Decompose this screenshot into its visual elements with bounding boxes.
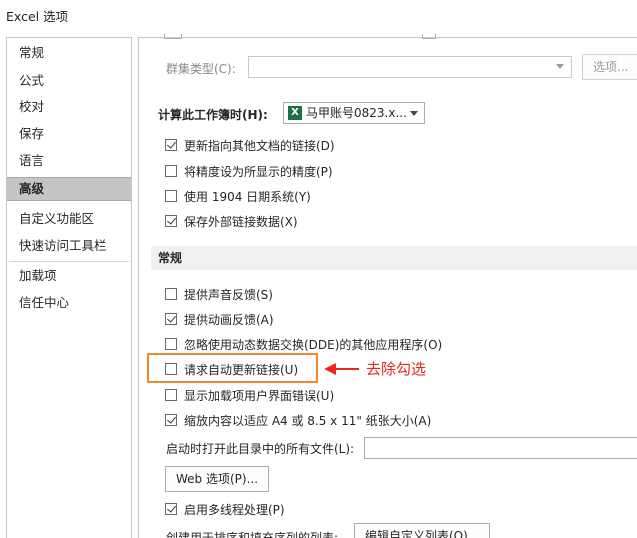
startup-folder-label: 启动时打开此目录中的所有文件(L): <box>166 442 355 456</box>
checkbox-label: 显示加载项用户界面错误(U) <box>184 389 335 403</box>
sidebar-item-label: 语言 <box>19 153 45 168</box>
checkbox[interactable] <box>165 503 177 515</box>
checkbox-label: 保存外部链接数据(X) <box>184 215 298 229</box>
annotation-text: 去除勾选 <box>366 360 427 378</box>
sidebar-item-addins[interactable]: 加载项 <box>7 264 131 288</box>
sidebar-item-label: 校对 <box>19 99 45 114</box>
checkbox-label: 启用多线程处理(P) <box>184 503 285 517</box>
sidebar-item-label: 信任中心 <box>19 295 70 310</box>
left-arrow-icon <box>324 363 359 375</box>
sidebar-item-label: 保存 <box>19 126 45 141</box>
checkbox[interactable] <box>165 338 177 350</box>
cluster-type-select[interactable] <box>248 56 572 78</box>
section-header-general: 常规 <box>151 246 637 270</box>
sidebar-item-proofing[interactable]: 校对 <box>7 95 131 119</box>
sidebar-item-label: 公式 <box>19 73 45 88</box>
options-sidebar: 常规 公式 校对 保存 语言 高级 自定义功能区 快速访问工具栏 加载项 信任中… <box>6 37 132 538</box>
sidebar-item-label: 自定义功能区 <box>19 211 95 226</box>
checkmark-icon <box>167 503 176 513</box>
checkbox[interactable] <box>165 414 177 426</box>
web-options-button[interactable]: Web 选项(P)... <box>165 466 270 492</box>
window-title: Excel 选项 <box>6 9 69 24</box>
sidebar-item-label: 加载项 <box>19 268 57 283</box>
title-bar: Excel 选项 <box>0 0 637 28</box>
highlight-box <box>147 353 318 383</box>
checkbox-label: 更新指向其他文档的链接(D) <box>184 139 335 153</box>
sidebar-item-label: 高级 <box>19 181 45 196</box>
checkbox[interactable] <box>165 288 177 300</box>
checkbox-label: 使用 1904 日期系统(Y) <box>184 190 311 204</box>
checkbox[interactable] <box>165 215 177 227</box>
sidebar-item-language[interactable]: 语言 <box>7 149 131 173</box>
chevron-down-icon <box>410 111 418 116</box>
checkbox-label: 提供声音反馈(S) <box>184 288 273 302</box>
checkbox[interactable] <box>165 313 177 325</box>
edit-custom-lists-button[interactable]: 编辑自定义列表(O)... <box>354 523 491 538</box>
checkmark-icon <box>167 139 176 149</box>
checkmark-icon <box>167 313 176 323</box>
sidebar-item-quick-access-toolbar[interactable]: 快速访问工具栏 <box>7 234 131 258</box>
sort-lists-label: 创建用于排序和填充序列的列表: <box>166 531 339 538</box>
sidebar-item-label: 常规 <box>19 45 45 60</box>
checkbox-label: 缩放内容以适应 A4 或 8.5 x 11" 纸张大小(A) <box>184 414 432 428</box>
checkmark-icon <box>167 414 176 424</box>
chevron-down-icon <box>556 64 564 69</box>
checkbox-label: 将精度设为所显示的精度(P) <box>184 165 333 179</box>
cluster-options-button[interactable]: 选项... <box>582 54 637 80</box>
workbook-name: 马甲账号0823.x... <box>306 106 407 120</box>
sidebar-item-label: 快速访问工具栏 <box>19 238 107 253</box>
checkbox[interactable] <box>165 389 177 401</box>
cluster-type-label: 群集类型(C): <box>166 62 236 76</box>
sidebar-item-advanced[interactable]: 高级 <box>7 177 131 201</box>
calc-workbook-label: 计算此工作簿时(H): <box>158 108 268 122</box>
sidebar-item-customize-ribbon[interactable]: 自定义功能区 <box>7 207 131 231</box>
checkbox[interactable] <box>165 165 177 177</box>
sidebar-item-trust-center[interactable]: 信任中心 <box>7 291 131 315</box>
sidebar-item-save[interactable]: 保存 <box>7 122 131 146</box>
checkmark-icon <box>167 215 176 225</box>
startup-folder-input[interactable] <box>364 437 637 459</box>
sidebar-item-general[interactable]: 常规 <box>7 41 131 65</box>
checkbox-label: 忽略使用动态数据交换(DDE)的其他应用程序(O) <box>184 338 443 352</box>
checkbox[interactable] <box>165 139 177 151</box>
checkbox[interactable] <box>165 190 177 202</box>
sidebar-divider <box>9 261 129 262</box>
checkbox-label: 提供动画反馈(A) <box>184 313 274 327</box>
sidebar-item-formulas[interactable]: 公式 <box>7 69 131 93</box>
workbook-select[interactable]: X 马甲账号0823.x... <box>283 102 425 124</box>
excel-file-icon: X <box>288 106 302 120</box>
